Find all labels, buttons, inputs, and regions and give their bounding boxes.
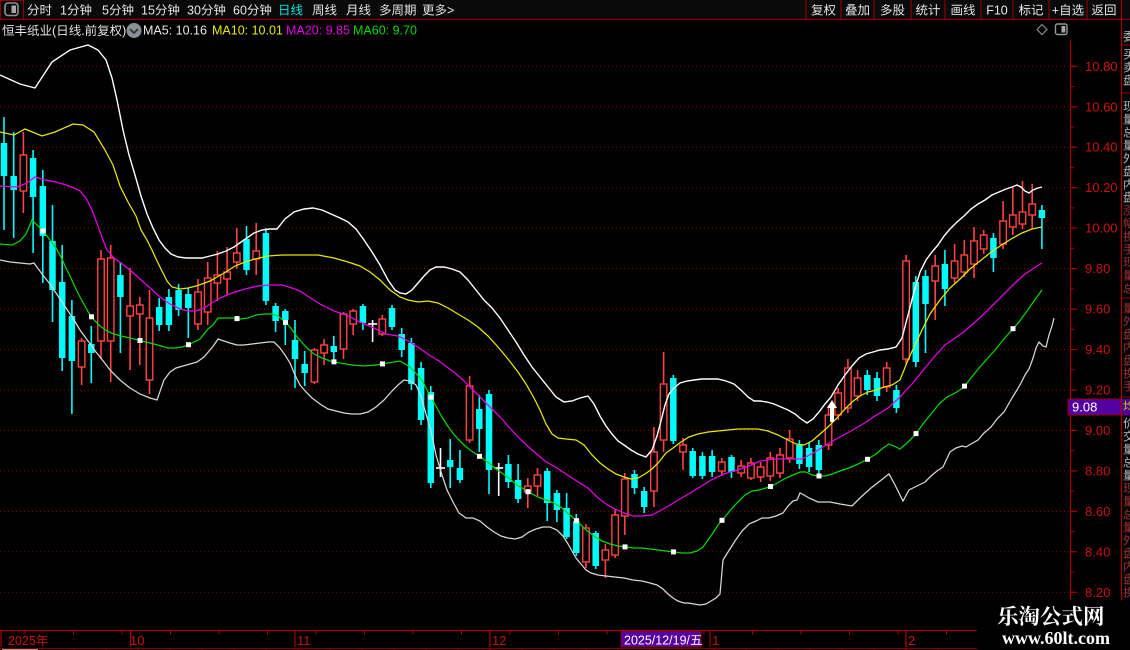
svg-text:.: .: [81, 24, 84, 38]
svg-text:10.80: 10.80: [1085, 59, 1118, 74]
svg-text:MA10: 10.01: MA10: 10.01: [212, 24, 283, 38]
svg-text:60: 60: [233, 4, 247, 18]
svg-text:15: 15: [141, 4, 155, 18]
svg-text:2025: 2025: [8, 634, 36, 648]
svg-text:10: 10: [130, 633, 144, 648]
svg-text:MA20: 9.85: MA20: 9.85: [286, 24, 350, 38]
svg-text:10.20: 10.20: [1085, 180, 1118, 195]
svg-text:): ): [122, 24, 126, 38]
svg-text:8.20: 8.20: [1085, 585, 1110, 600]
svg-text:5: 5: [102, 4, 109, 18]
svg-text:F10: F10: [986, 4, 1008, 18]
svg-text:9.20: 9.20: [1085, 383, 1110, 398]
svg-text:11: 11: [297, 633, 311, 648]
svg-text:8.80: 8.80: [1085, 463, 1110, 478]
svg-text:MA5: 10.16: MA5: 10.16: [143, 24, 207, 38]
svg-text:>: >: [447, 4, 454, 18]
svg-text:8.40: 8.40: [1085, 544, 1110, 559]
svg-text:9.80: 9.80: [1085, 261, 1110, 276]
svg-text:8.60: 8.60: [1085, 504, 1110, 519]
svg-text:9.60: 9.60: [1085, 302, 1110, 317]
svg-text:30: 30: [187, 4, 201, 18]
svg-text:2025/12/19/: 2025/12/19/: [624, 634, 691, 648]
svg-text:12: 12: [492, 633, 506, 648]
svg-text:10.60: 10.60: [1085, 99, 1118, 114]
svg-text:MA60: 9.70: MA60: 9.70: [353, 24, 417, 38]
svg-text:9.40: 9.40: [1085, 342, 1110, 357]
svg-text:+: +: [1052, 4, 1059, 18]
svg-text:1: 1: [712, 633, 719, 648]
svg-text:9.08: 9.08: [1072, 400, 1097, 415]
svg-text:10.00: 10.00: [1085, 221, 1118, 236]
svg-text:2: 2: [908, 633, 915, 648]
svg-text:www.60lt.com: www.60lt.com: [1002, 628, 1110, 648]
svg-text:1: 1: [60, 4, 67, 18]
svg-text:10.40: 10.40: [1085, 140, 1118, 155]
svg-text:9.00: 9.00: [1085, 423, 1110, 438]
